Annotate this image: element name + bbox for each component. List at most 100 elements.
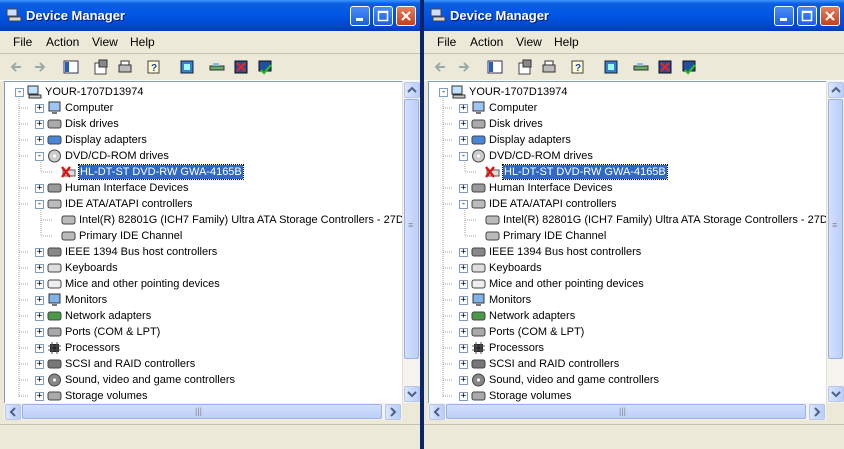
enable-device-icon[interactable] [680,58,698,76]
horizontal-scroll-thumb[interactable]: ||| [446,404,806,419]
expand-toggle[interactable]: + [35,184,44,193]
expand-toggle[interactable]: + [459,104,468,113]
print-icon[interactable] [116,58,134,76]
tree-item-ide-ata-atapi-controllers[interactable]: - IDE ATA/ATAPI controllers [5,196,403,212]
collapse-toggle[interactable]: - [35,200,44,209]
collapse-toggle[interactable]: - [35,152,44,161]
print-icon[interactable] [540,58,558,76]
tree-item-hl-dt-st-dvd-rw-gwa-4165b[interactable]: HL-DT-ST DVD-RW GWA-4165B [429,164,827,180]
menu-action[interactable]: Action [470,35,503,49]
horizontal-scrollbar[interactable]: ||| [4,403,402,420]
close-button[interactable] [396,6,416,26]
tree-item-monitors[interactable]: + Monitors [5,292,403,308]
collapse-toggle[interactable]: - [15,88,24,97]
vertical-scroll-thumb[interactable]: ≡ [828,99,843,359]
enable-device-icon[interactable] [256,58,274,76]
forward-arrow-icon[interactable] [30,58,48,76]
collapse-toggle[interactable]: - [459,200,468,209]
expand-toggle[interactable]: + [35,392,44,401]
tree-item-disk-drives[interactable]: + Disk drives [429,116,827,132]
tree-item-disk-drives[interactable]: + Disk drives [5,116,403,132]
expand-toggle[interactable]: + [459,328,468,337]
vertical-scrollbar[interactable]: ≡ [402,81,420,403]
expand-toggle[interactable]: + [459,344,468,353]
tree-item-display-adapters[interactable]: + Display adapters [5,132,403,148]
scroll-up-button[interactable] [828,82,844,98]
tree-item-intel-r-82801g-ich7-family-ultra-ata-storage-controllers-27df[interactable]: Intel(R) 82801G (ICH7 Family) Ultra ATA … [5,212,403,228]
expand-toggle[interactable]: + [35,360,44,369]
tree-item-processors[interactable]: + Processors [429,340,827,356]
expand-toggle[interactable]: + [459,296,468,305]
collapse-toggle[interactable]: - [439,88,448,97]
expand-toggle[interactable]: + [35,264,44,273]
scroll-down-button[interactable] [828,386,844,402]
expand-toggle[interactable]: + [459,360,468,369]
expand-toggle[interactable]: + [459,312,468,321]
menu-help[interactable]: Help [554,35,579,49]
expand-toggle[interactable]: + [35,104,44,113]
tree-item-human-interface-devices[interactable]: + Human Interface Devices [5,180,403,196]
minimize-button[interactable] [350,6,370,26]
device-tree[interactable]: - YOUR-1707D13974 + Computer + Disk drives +… [428,81,828,405]
expand-toggle[interactable]: + [35,136,44,145]
menu-file[interactable]: File [437,35,456,49]
tree-item-sound-video-and-game-controllers[interactable]: + Sound, video and game controllers [429,372,827,388]
tree-item-primary-ide-channel[interactable]: Primary IDE Channel [5,228,403,244]
tree-item-storage-volumes[interactable]: + Storage volumes [429,388,827,404]
expand-toggle[interactable]: + [459,120,468,129]
tree-root[interactable]: - YOUR-1707D13974 [429,84,827,100]
menu-view[interactable]: View [516,35,542,49]
tree-item-dvd-cd-rom-drives[interactable]: - DVD/CD-ROM drives [5,148,403,164]
properties-icon[interactable] [516,58,534,76]
tree-item-ports-com-lpt[interactable]: + Ports (COM & LPT) [5,324,403,340]
horizontal-scroll-thumb[interactable]: ||| [22,404,382,419]
tree-item-computer[interactable]: + Computer [429,100,827,116]
scroll-left-button[interactable] [429,404,445,420]
tree-item-dvd-cd-rom-drives[interactable]: - DVD/CD-ROM drives [429,148,827,164]
expand-toggle[interactable]: + [459,280,468,289]
title-bar[interactable]: Device Manager [0,0,420,31]
tree-item-sound-video-and-game-controllers[interactable]: + Sound, video and game controllers [5,372,403,388]
expand-toggle[interactable]: + [459,376,468,385]
close-button[interactable] [820,6,840,26]
tree-item-scsi-and-raid-controllers[interactable]: + SCSI and RAID controllers [5,356,403,372]
maximize-button[interactable] [373,6,393,26]
back-arrow-icon[interactable] [432,58,450,76]
forward-arrow-icon[interactable] [454,58,472,76]
menu-action[interactable]: Action [46,35,79,49]
uninstall-icon[interactable] [656,58,674,76]
scan-hardware-icon[interactable] [208,58,226,76]
menu-file[interactable]: File [13,35,32,49]
tree-item-storage-volumes[interactable]: + Storage volumes [5,388,403,404]
tree-item-human-interface-devices[interactable]: + Human Interface Devices [429,180,827,196]
scroll-right-button[interactable] [385,404,401,420]
vertical-scrollbar[interactable]: ≡ [826,81,844,403]
expand-toggle[interactable]: + [35,120,44,129]
tree-root[interactable]: - YOUR-1707D13974 [5,84,403,100]
vertical-scroll-thumb[interactable]: ≡ [404,99,419,359]
scroll-left-button[interactable] [5,404,21,420]
expand-toggle[interactable]: + [459,392,468,401]
tree-item-mice-and-other-pointing-devices[interactable]: + Mice and other pointing devices [429,276,827,292]
expand-toggle[interactable]: + [35,312,44,321]
tree-item-computer[interactable]: + Computer [5,100,403,116]
expand-toggle[interactable]: + [459,248,468,257]
scan-hardware-icon[interactable] [632,58,650,76]
expand-toggle[interactable]: + [35,328,44,337]
scroll-down-button[interactable] [404,386,420,402]
tree-item-scsi-and-raid-controllers[interactable]: + SCSI and RAID controllers [429,356,827,372]
update-driver-icon[interactable] [178,58,196,76]
expand-toggle[interactable]: + [459,264,468,273]
expand-toggle[interactable]: + [35,376,44,385]
menu-view[interactable]: View [92,35,118,49]
tree-item-monitors[interactable]: + Monitors [429,292,827,308]
expand-toggle[interactable]: + [459,184,468,193]
tree-item-ieee-1394-bus-host-controllers[interactable]: + IEEE 1394 Bus host controllers [429,244,827,260]
title-bar[interactable]: Device Manager [424,0,844,31]
tree-item-ports-com-lpt[interactable]: + Ports (COM & LPT) [429,324,827,340]
tree-item-mice-and-other-pointing-devices[interactable]: + Mice and other pointing devices [5,276,403,292]
expand-toggle[interactable]: + [35,296,44,305]
expand-toggle[interactable]: + [35,280,44,289]
uninstall-icon[interactable] [232,58,250,76]
show-hide-tree-icon[interactable] [62,58,80,76]
